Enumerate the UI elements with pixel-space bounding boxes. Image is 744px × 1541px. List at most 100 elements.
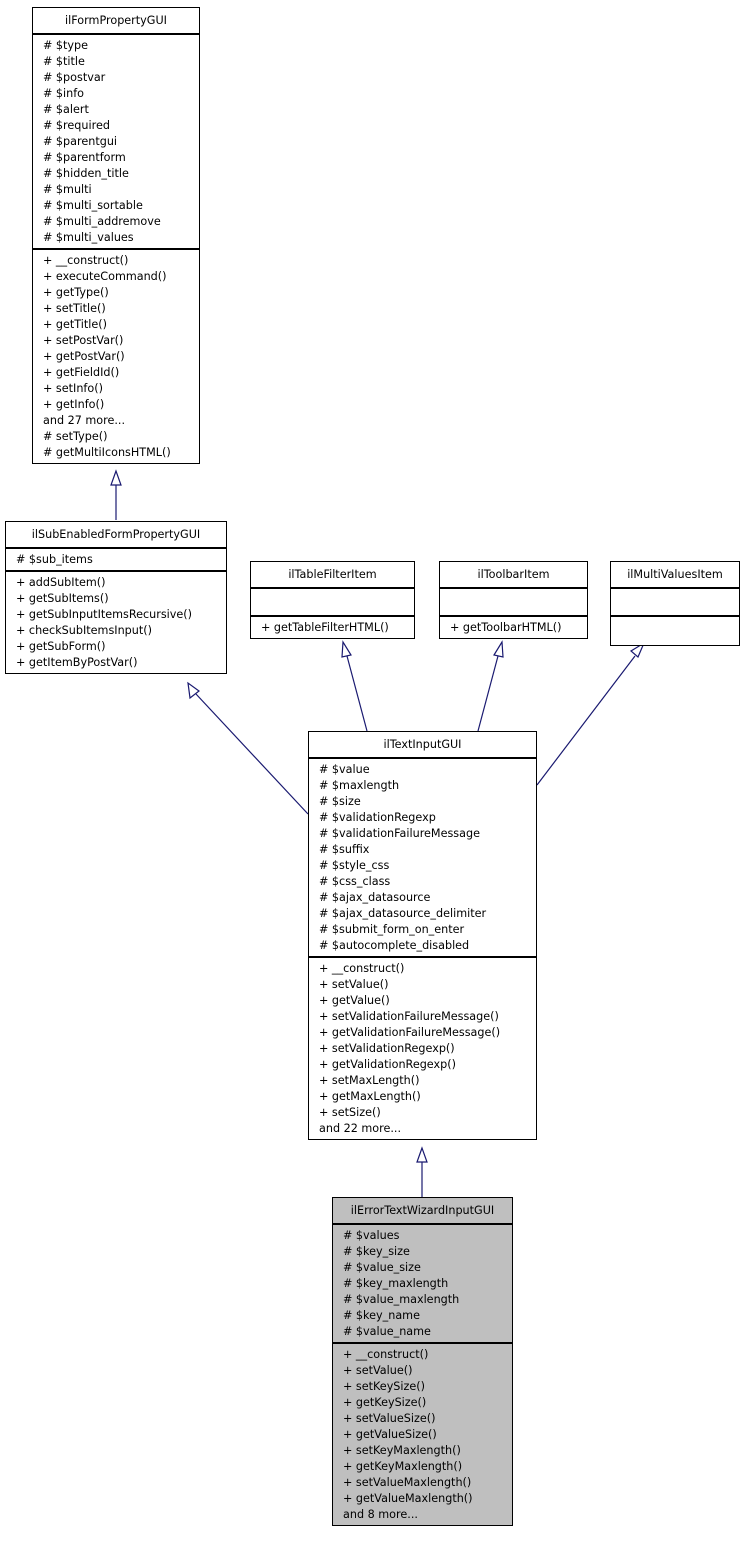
class-attribute: # $multi — [43, 183, 92, 196]
attributes-section — [251, 589, 414, 617]
class-box-ilToolbarItem[interactable]: ilToolbarItem + getToolbarHTML() — [439, 561, 588, 639]
arrowhead-textinput — [416, 1146, 428, 1163]
class-attribute: # $validationFailureMessage — [319, 827, 480, 840]
edge-textinput-to-subenabled — [195, 693, 309, 815]
edge-textinput-to-multivalues — [536, 655, 636, 786]
class-box-ilErrorTextWizardInputGUI[interactable]: ilErrorTextWizardInputGUI # $values # $ke… — [332, 1197, 513, 1526]
class-method: + __construct() — [319, 962, 405, 975]
class-method: + getKeySize() — [343, 1396, 427, 1409]
class-method: + setValueMaxlength() — [343, 1476, 472, 1489]
class-method: + executeCommand() — [43, 270, 167, 283]
class-method: + getPostVar() — [43, 350, 125, 363]
arrowhead-toolbar — [493, 640, 504, 658]
methods-section: + addSubItem() + getSubItems() + getSubInp… — [6, 572, 226, 673]
class-attribute: # $multi_values — [43, 231, 134, 244]
edge-textinput-to-toolbar — [477, 655, 499, 732]
attributes-section: # $sub_items — [6, 549, 226, 572]
class-name: ilFormPropertyGUI — [33, 8, 199, 35]
class-box-ilTableFilterItem[interactable]: ilTableFilterItem + getTableFilterHTML() — [250, 561, 415, 639]
class-name: ilMultiValuesItem — [611, 562, 739, 589]
class-attribute: # $multi_addremove — [43, 215, 161, 228]
class-box-ilTextInputGUI[interactable]: ilTextInputGUI # $value # $maxlength # $si… — [308, 731, 537, 1140]
class-attribute: # $key_maxlength — [343, 1277, 449, 1290]
class-method: + getKeyMaxlength() — [343, 1460, 463, 1473]
class-box-ilFormPropertyGUI[interactable]: ilFormPropertyGUI # $type # $title # $post… — [32, 7, 200, 464]
class-box-ilMultiValuesItem[interactable]: ilMultiValuesItem — [610, 561, 740, 646]
class-attribute: # $postvar — [43, 71, 106, 84]
class-method: + getValidationFailureMessage() — [319, 1026, 501, 1039]
class-method: + getItemByPostVar() — [16, 656, 138, 669]
class-method: + getValueSize() — [343, 1428, 437, 1441]
class-method: + setSize() — [319, 1106, 381, 1119]
class-method: + getType() — [43, 286, 109, 299]
class-name: ilErrorTextWizardInputGUI — [333, 1198, 512, 1225]
class-name: ilTableFilterItem — [251, 562, 414, 589]
methods-section: + __construct() + setValue() + getValue() +… — [309, 958, 536, 1139]
class-method: + getSubForm() — [16, 640, 106, 653]
class-method: + setValue() — [319, 978, 389, 991]
arrowhead-tablefilter — [341, 640, 352, 658]
methods-section: + __construct() + setValue() + setKeySize(… — [333, 1344, 512, 1525]
class-name: ilTextInputGUI — [309, 732, 536, 759]
attributes-section: # $value # $maxlength # $size # $validation… — [309, 759, 536, 958]
class-attribute: # $size — [319, 795, 361, 808]
attributes-section: # $type # $title # $postvar # $info # $alert… — [33, 35, 199, 250]
class-method: + setValue() — [343, 1364, 413, 1377]
methods-section: + __construct() + executeCommand() + getTy… — [33, 250, 199, 463]
class-method: + checkSubItemsInput() — [16, 624, 152, 637]
class-attribute: # $key_name — [343, 1309, 420, 1322]
class-method: # setType() — [43, 430, 108, 443]
edge-textinput-to-tablefilter — [346, 655, 368, 732]
class-method: + getTableFilterHTML() — [261, 621, 389, 634]
class-attribute: # $type — [43, 39, 89, 52]
class-method: + getToolbarHTML() — [450, 621, 562, 634]
class-method: + getSubInputItemsRecursive() — [16, 608, 193, 621]
class-attribute: # $key_size — [343, 1245, 410, 1258]
class-method: + setValidationFailureMessage() — [319, 1010, 499, 1023]
class-attribute: # $ajax_datasource — [319, 891, 431, 904]
class-attribute: # $parentgui — [43, 135, 118, 148]
class-method: + __construct() — [43, 254, 129, 267]
class-attribute: # $value_size — [343, 1261, 421, 1274]
attributes-section: # $values # $key_size # $value_size # $key_… — [333, 1225, 512, 1344]
class-method: + setValueSize() — [343, 1412, 436, 1425]
class-attribute: # $sub_items — [16, 553, 93, 566]
class-method: + setKeyMaxlength() — [343, 1444, 461, 1457]
class-attribute: # $value — [319, 763, 370, 776]
class-attribute: # $suffix — [319, 843, 370, 856]
class-method: + getFieldId() — [43, 366, 120, 379]
methods-section — [611, 617, 739, 645]
arrowhead-formproperty — [110, 469, 122, 486]
more-members-note: and 27 more... — [43, 414, 126, 427]
class-name: ilToolbarItem — [440, 562, 587, 589]
attributes-section — [611, 589, 739, 617]
more-members-note: and 22 more... — [319, 1122, 402, 1135]
class-method: + addSubItem() — [16, 576, 106, 589]
class-method: + setValidationRegexp() — [319, 1042, 455, 1055]
class-method: + setKeySize() — [343, 1380, 426, 1393]
class-attribute: # $value_maxlength — [343, 1293, 460, 1306]
class-attribute: # $css_class — [319, 875, 391, 888]
class-attribute: # $submit_form_on_enter — [319, 923, 465, 936]
class-box-ilSubEnabledFormPropertyGUI[interactable]: ilSubEnabledFormPropertyGUI # $sub_items… — [5, 521, 227, 674]
class-method: + getInfo() — [43, 398, 105, 411]
class-attribute: # $title — [43, 55, 85, 68]
class-method: + setTitle() — [43, 302, 106, 315]
class-attribute: # $info — [43, 87, 85, 100]
class-attribute: # $ajax_datasource_delimiter — [319, 907, 487, 920]
class-attribute: # $values — [343, 1229, 400, 1242]
class-method: + setInfo() — [43, 382, 103, 395]
class-attribute: # $autocomplete_disabled — [319, 939, 470, 952]
class-attribute: # $multi_sortable — [43, 199, 143, 212]
class-method: # getMultiIconsHTML() — [43, 446, 171, 459]
class-name: ilSubEnabledFormPropertyGUI — [6, 522, 226, 549]
more-members-note: and 8 more... — [343, 1508, 418, 1521]
class-method: + getValidationRegexp() — [319, 1058, 456, 1071]
class-attribute: # $validationRegexp — [319, 811, 436, 824]
methods-section: + getToolbarHTML() — [440, 617, 587, 638]
class-method: + getValue() — [319, 994, 390, 1007]
class-attribute: # $style_css — [319, 859, 390, 872]
class-attribute: # $value_name — [343, 1325, 431, 1338]
class-method: + getSubItems() — [16, 592, 109, 605]
class-method: + getValueMaxlength() — [343, 1492, 473, 1505]
